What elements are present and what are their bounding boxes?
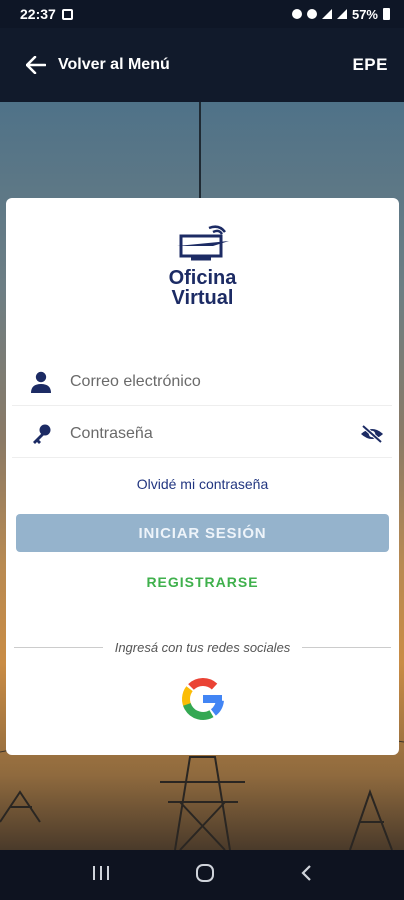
google-icon (182, 678, 225, 720)
login-button[interactable]: INICIAR SESIÓN (16, 514, 389, 552)
login-card: Oficina Virtual Correo electrónico Olvid… (6, 198, 399, 755)
email-input[interactable] (70, 372, 392, 391)
social-divider: Ingresá con tus redes sociales (14, 640, 392, 655)
user-icon (12, 371, 70, 393)
recents-icon (93, 865, 110, 880)
logo-line1: Oficina (168, 267, 237, 289)
app-bar: Volver al Menú EPE (0, 28, 404, 102)
divider-right (302, 647, 392, 648)
arrow-left-icon (26, 56, 46, 74)
battery-percent: 57% (351, 6, 378, 22)
social-label: Ingresá con tus redes sociales (114, 640, 291, 655)
status-bar: 22:37 57% (0, 0, 404, 28)
key-icon (12, 423, 70, 445)
logo-line2: Virtual (171, 287, 234, 309)
battery-icon (383, 8, 390, 20)
home-icon (195, 863, 214, 882)
eye-off-icon[interactable] (352, 424, 392, 443)
back-nav-button[interactable] (300, 864, 312, 887)
oficina-virtual-logo-icon (176, 225, 229, 261)
password-input[interactable] (70, 424, 352, 443)
email-field[interactable] (12, 358, 392, 406)
home-button[interactable] (195, 863, 215, 888)
recent-apps-button[interactable] (92, 865, 110, 886)
brand-label: EPE (352, 55, 388, 74)
system-nav-bar (0, 850, 404, 900)
wifi-icon (321, 9, 332, 19)
logo: Oficina Virtual (6, 222, 399, 308)
register-link[interactable]: REGISTRARSE (6, 574, 399, 590)
bluetooth-icon (306, 9, 317, 19)
clock: 22:37 (20, 6, 56, 22)
forgot-password-link[interactable]: Olvidé mi contraseña (6, 476, 399, 492)
gallery-icon (61, 8, 73, 20)
back-label: Volver al Menú (58, 56, 170, 73)
logo-text: Oficina Virtual (169, 268, 237, 308)
chevron-left-icon (301, 864, 311, 881)
google-login-button[interactable] (180, 676, 226, 727)
alarm-icon (291, 9, 302, 19)
divider-left (14, 647, 103, 648)
back-button[interactable]: Volver al Menú (26, 56, 170, 74)
password-field[interactable] (12, 410, 392, 458)
signal-icon (336, 9, 347, 19)
